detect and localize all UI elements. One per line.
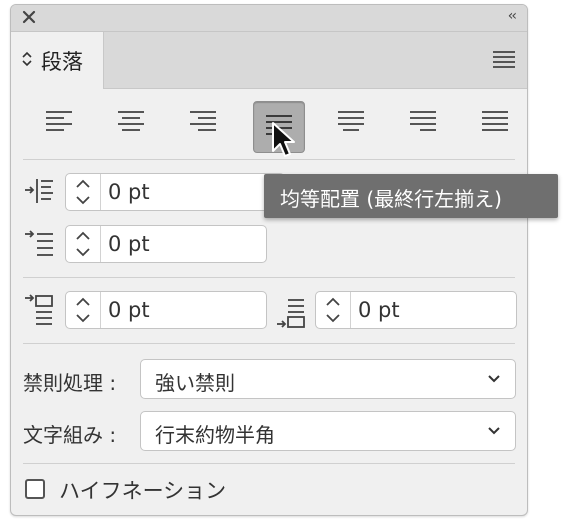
left-indent-value: 0 pt (108, 180, 150, 204)
stepper-arrows-icon (76, 297, 90, 323)
justify-last-center-icon (338, 111, 364, 131)
hyphenation-label: ハイフネーション (59, 479, 227, 503)
close-icon[interactable] (21, 9, 37, 25)
hyphenation-checkbox[interactable] (25, 479, 45, 499)
hamburger-menu-icon[interactable] (493, 51, 515, 69)
align-center-button[interactable] (105, 97, 155, 147)
updown-arrows-icon (22, 51, 32, 67)
tooltip: 均等配置 (最終行左揃え) (264, 174, 558, 218)
paragraph-panel: ‹‹ 段落 0 pt 0 pt 0 pt 0 pt 禁則処理: 強い禁則 文字… (10, 4, 528, 516)
first-line-indent-value: 0 pt (108, 232, 150, 256)
divider (23, 463, 515, 464)
space-after-stepper[interactable] (316, 292, 351, 328)
kinsoku-label: 禁則処理 : (23, 371, 117, 395)
justify-all-button[interactable] (469, 97, 519, 147)
left-indent-field[interactable]: 0 pt (65, 173, 285, 211)
divider (23, 159, 515, 160)
chevron-down-icon (488, 427, 500, 435)
tab-label: 段落 (41, 50, 83, 74)
chevron-down-icon (488, 375, 500, 383)
space-after-field[interactable]: 0 pt (315, 291, 517, 329)
space-before-field[interactable]: 0 pt (65, 291, 267, 329)
kinsoku-value: 強い禁則 (155, 371, 235, 395)
panel-titlebar: ‹‹ (11, 5, 527, 32)
first-line-indent-icon (25, 230, 53, 256)
align-center-icon (118, 111, 144, 131)
first-line-indent-field[interactable]: 0 pt (65, 225, 267, 263)
mouse-pointer-icon (272, 122, 295, 157)
tooltip-text: 均等配置 (最終行左揃え) (280, 187, 502, 211)
mojikumi-label: 文字組み : (23, 423, 117, 447)
mojikumi-value: 行末約物半角 (155, 423, 275, 447)
justify-last-right-icon (410, 111, 436, 131)
tab-row: 段落 (11, 32, 527, 89)
align-right-icon (190, 111, 216, 131)
justify-last-right-button[interactable] (397, 97, 447, 147)
align-left-icon (46, 111, 72, 131)
first-line-indent-stepper[interactable] (66, 226, 101, 262)
divider (23, 277, 515, 278)
kinsoku-select[interactable]: 強い禁則 (140, 359, 516, 399)
left-indent-stepper[interactable] (66, 174, 101, 210)
space-before-value: 0 pt (108, 298, 150, 322)
align-left-button[interactable] (33, 97, 83, 147)
align-right-button[interactable] (177, 97, 227, 147)
stepper-arrows-icon (76, 231, 90, 257)
left-indent-icon (25, 179, 53, 203)
space-before-icon (25, 294, 53, 325)
tab-paragraph[interactable]: 段落 (11, 32, 104, 89)
stepper-arrows-icon (76, 179, 90, 205)
divider (23, 343, 515, 344)
mojikumi-select[interactable]: 行末約物半角 (140, 411, 516, 451)
stepper-arrows-icon (326, 297, 340, 323)
space-after-value: 0 pt (358, 298, 400, 322)
justify-last-center-button[interactable] (325, 97, 375, 147)
justify-all-icon (482, 111, 508, 131)
space-before-stepper[interactable] (66, 292, 101, 328)
collapse-panel-icon[interactable]: ‹‹ (508, 8, 517, 24)
space-after-icon (277, 299, 305, 328)
